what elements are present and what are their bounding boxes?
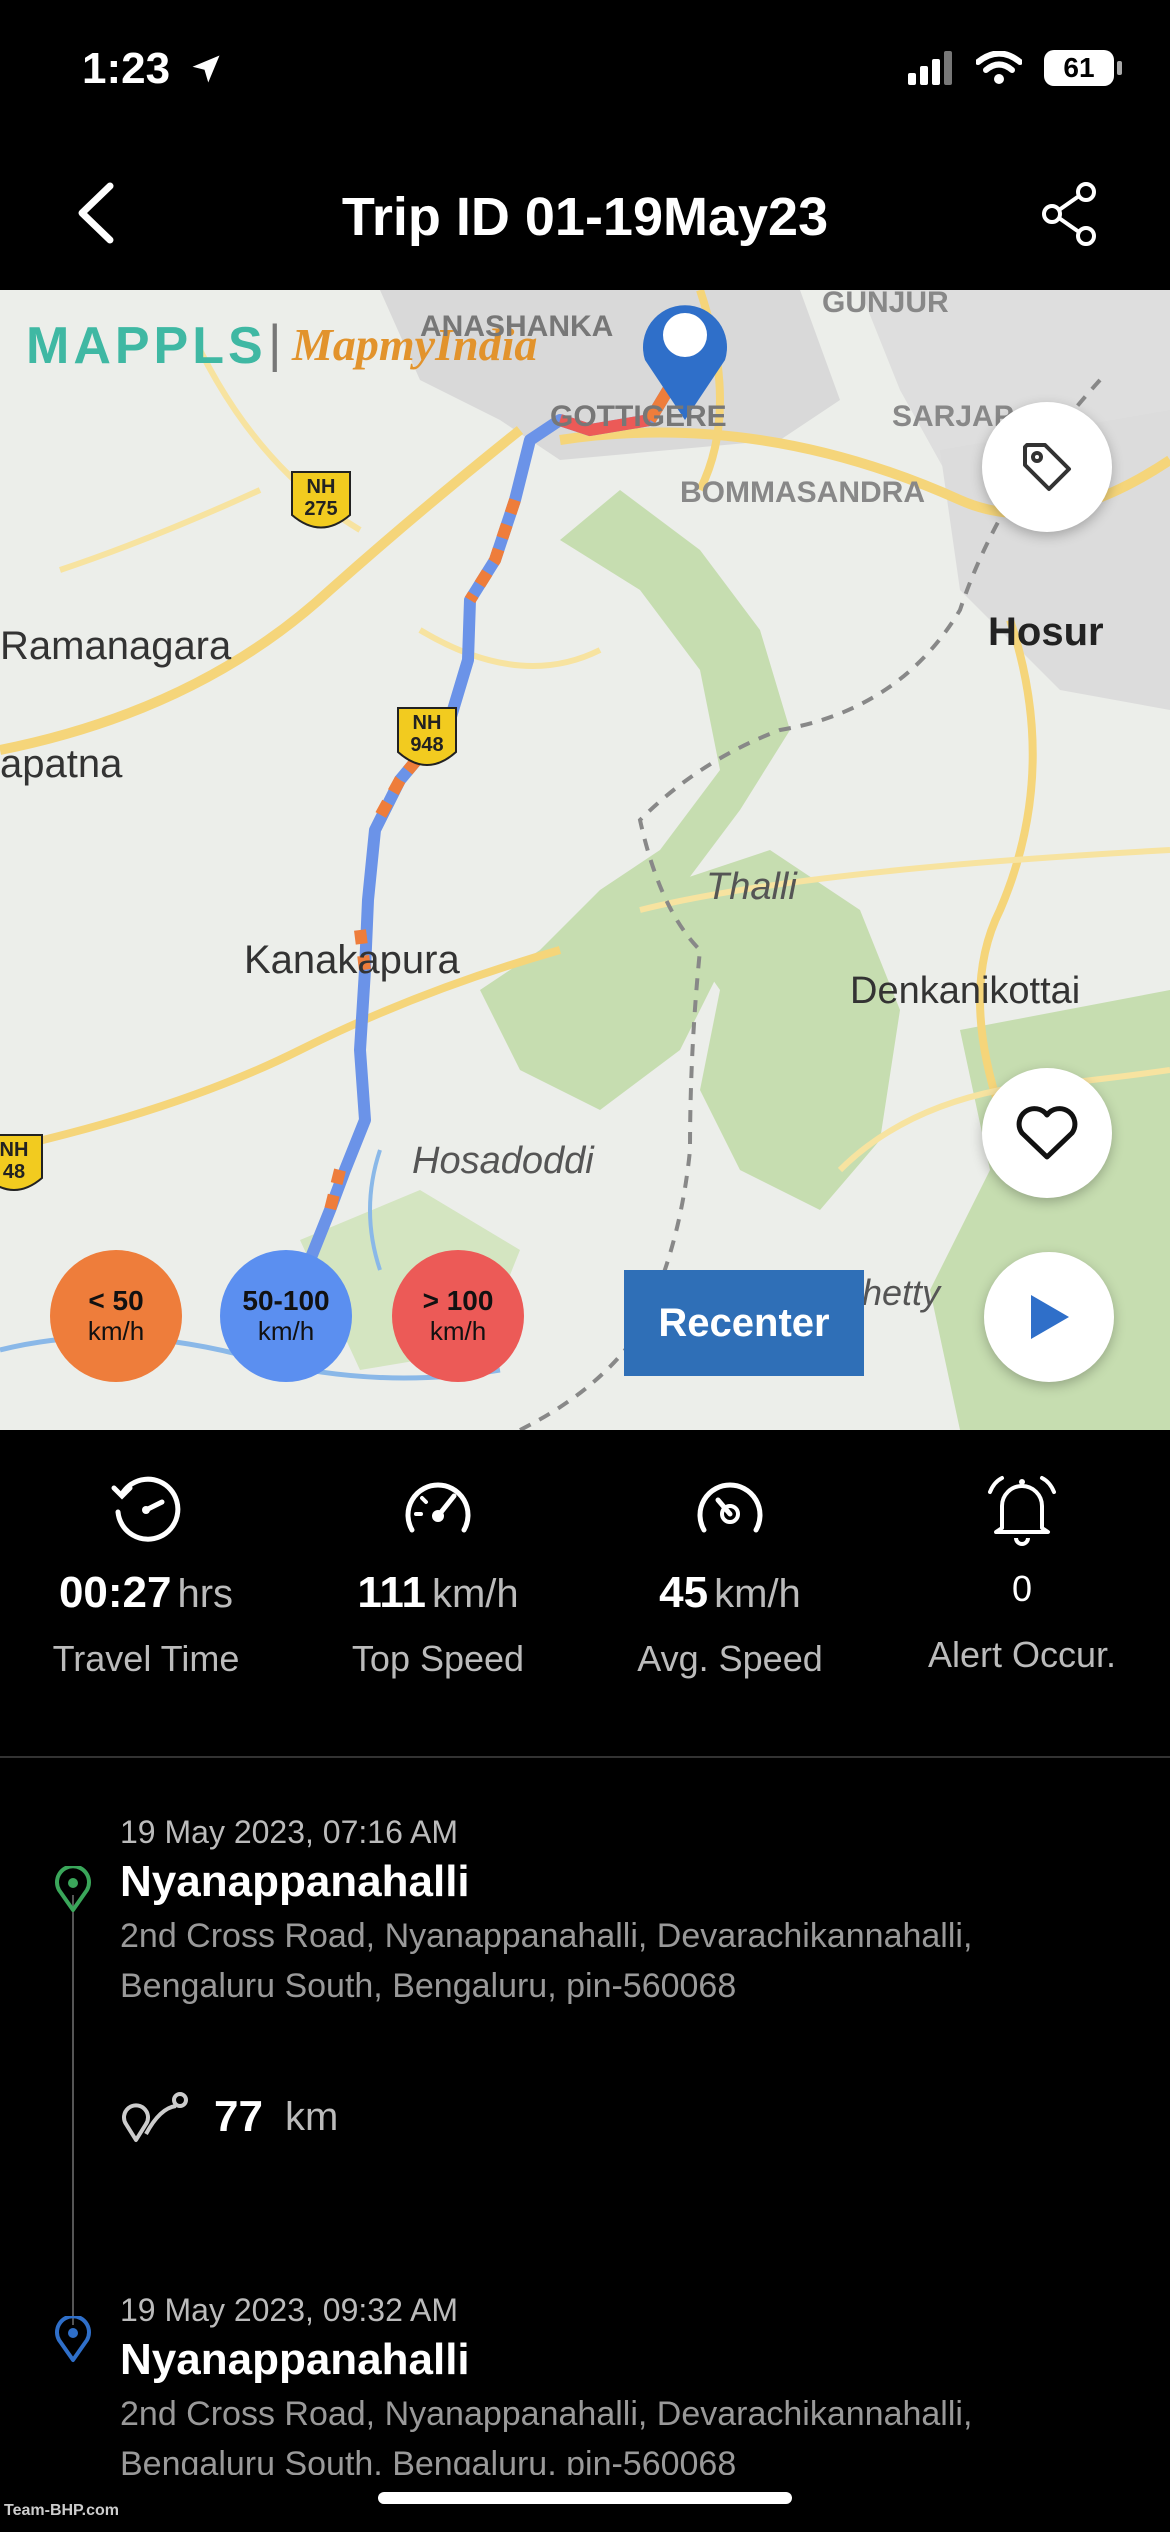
place-label: Denkanikottai xyxy=(850,970,1081,1012)
end-address: 2nd Cross Road, Nyanappanahalli, Devarac… xyxy=(120,2395,973,2475)
place-label: hetty xyxy=(862,1272,941,1313)
stat-avg-speed: 45 km/h Avg. Speed xyxy=(584,1470,876,1680)
stat-travel-time: 00:27 hrs Travel Time xyxy=(0,1470,292,1680)
speed-legend-low: < 50 km/h xyxy=(50,1250,182,1382)
tag-icon xyxy=(1023,443,1071,491)
place-label: apatna xyxy=(0,742,123,786)
legend-unit: km/h xyxy=(87,1316,145,1346)
nh-948-number: 948 xyxy=(410,734,444,756)
trip-start: 19 May 2023, 07:16 AM Nyanappanahalli 2n… xyxy=(120,1814,1120,2011)
distance-unit: km xyxy=(284,2094,339,2139)
nh-948-prefix: NH xyxy=(412,712,442,734)
legend-label: < 50 xyxy=(88,1285,144,1316)
battery-indicator: 61 xyxy=(1044,50,1122,86)
place-label: Kanakapura xyxy=(244,938,460,982)
favorite-button[interactable] xyxy=(982,1068,1112,1198)
status-icons: 61 xyxy=(908,50,1122,86)
route-distance-icon xyxy=(122,2092,188,2142)
mappls-logo: MAPPLS xyxy=(26,317,267,375)
start-name: Nyanappanahalli xyxy=(120,1857,470,1906)
nh-48-prefix: NH xyxy=(0,1139,29,1161)
battery-level: 61 xyxy=(1063,52,1095,83)
nh-275-prefix: NH xyxy=(306,476,336,498)
share-icon[interactable] xyxy=(1040,182,1100,246)
stat-alerts: 0 Alert Occur. xyxy=(876,1470,1168,1676)
start-pin-icon xyxy=(55,1866,91,1912)
place-label: Hosur xyxy=(988,610,1104,654)
stat-value: 00:27 hrs xyxy=(0,1568,292,1618)
speed-legend-high: > 100 km/h xyxy=(392,1250,524,1382)
speed-legend-mid: 50-100 km/h xyxy=(220,1250,352,1382)
legend-unit: km/h xyxy=(257,1316,315,1346)
nh-275-label: NH 275 xyxy=(292,476,350,520)
tag-button[interactable] xyxy=(982,402,1112,532)
legend-unit: km/h xyxy=(429,1316,487,1346)
section-divider xyxy=(0,1756,1170,1758)
watermark: Team-BHP.com xyxy=(4,2502,119,2519)
home-indicator[interactable] xyxy=(378,2492,792,2504)
nh-948-label: NH 948 xyxy=(398,712,456,756)
end-name: Nyanappanahalli xyxy=(120,2335,470,2384)
top-speed-value: 111 xyxy=(357,1568,426,1617)
end-pin-icon xyxy=(55,2316,91,2362)
stat-value: 111 km/h xyxy=(292,1568,584,1618)
location-arrow-icon xyxy=(192,55,220,83)
top-speed-unit: km/h xyxy=(431,1572,519,1616)
trip-map[interactable]: NH 275 NH 948 NH 48 MAPPLS | MapmyIndia … xyxy=(0,290,1170,1430)
logo-divider: | xyxy=(268,315,282,373)
place-label: GOTTIGERE xyxy=(550,400,727,433)
end-datetime: 19 May 2023, 09:32 AM xyxy=(120,2292,458,2328)
top-speed-label: Top Speed xyxy=(351,1638,525,1679)
avg-speed-unit: km/h xyxy=(714,1572,801,1616)
stat-top-speed: 111 km/h Top Speed xyxy=(292,1470,584,1680)
recenter-button[interactable]: Recenter xyxy=(624,1270,864,1376)
avg-speed-value: 45 xyxy=(659,1568,709,1617)
trip-distance: 77 km xyxy=(120,2088,338,2146)
trip-end: 19 May 2023, 09:32 AM Nyanappanahalli 2n… xyxy=(120,2292,1120,2475)
gauge-icon xyxy=(697,1482,763,1533)
wifi-icon xyxy=(976,51,1022,84)
timeline-line xyxy=(72,1895,74,2325)
page-title: Trip ID 01-19May23 xyxy=(341,187,829,247)
stat-value: 0 xyxy=(876,1568,1168,1610)
heart-icon xyxy=(1016,1106,1078,1160)
legend-label: 50-100 xyxy=(242,1285,330,1316)
status-time: 1:23 xyxy=(82,44,224,94)
stat-value: 45 km/h xyxy=(584,1568,876,1618)
travel-time-unit: hrs xyxy=(177,1572,234,1616)
nh-48-number: 48 xyxy=(2,1161,26,1183)
place-label: Thalli xyxy=(706,866,797,908)
place-label: GUNJUR xyxy=(822,290,949,319)
status-time-text: 1:23 xyxy=(82,44,171,93)
start-address: 2nd Cross Road, Nyanappanahalli, Devarac… xyxy=(120,1917,973,2005)
travel-time-label: Travel Time xyxy=(52,1638,240,1679)
clock-icon xyxy=(111,1476,181,1542)
alerts-label: Alert Occur. xyxy=(927,1634,1117,1675)
play-button[interactable] xyxy=(984,1252,1114,1382)
play-icon xyxy=(1031,1295,1069,1339)
cellular-signal-icon xyxy=(908,51,952,85)
place-label: Hosadoddi xyxy=(412,1140,594,1182)
nh-48-label: NH 48 xyxy=(0,1139,42,1183)
travel-time-value: 00:27 xyxy=(58,1568,172,1617)
legend-label: > 100 xyxy=(422,1285,494,1316)
alert-count-value: 0 xyxy=(1011,1568,1033,1609)
place-label: BOMMASANDRA xyxy=(680,476,925,509)
place-label: Ramanagara xyxy=(0,624,232,668)
bell-icon xyxy=(988,1476,1056,1546)
avg-speed-label: Avg. Speed xyxy=(637,1638,823,1679)
start-datetime: 19 May 2023, 07:16 AM xyxy=(120,1814,458,1850)
nh-275-number: 275 xyxy=(304,498,338,520)
distance-value: 77 xyxy=(214,2092,263,2141)
place-label: ANASHANKA xyxy=(420,310,614,343)
speedometer-icon xyxy=(405,1482,471,1533)
